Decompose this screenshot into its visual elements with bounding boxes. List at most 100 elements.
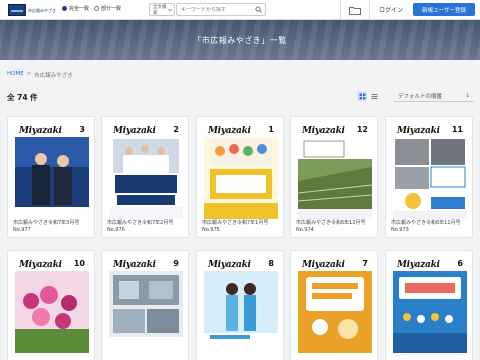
issue-card[interactable]: Miyazaki 9 — [101, 250, 189, 360]
grid-view-button[interactable] — [357, 91, 367, 101]
result-count: 全 74 件 — [7, 93, 38, 102]
cover-issue-number: 6 — [457, 259, 463, 268]
cover-masthead-title: Miyazaki — [19, 260, 62, 270]
issue-card[interactable]: Miyazaki 7 — [290, 250, 378, 360]
cover-issue-number: 12 — [356, 125, 368, 134]
site-logo[interactable]: 市広報みやざき — [8, 3, 58, 17]
list-icon — [371, 93, 377, 99]
issue-card[interactable]: Miyazaki 8 — [196, 250, 284, 360]
cover-masthead-title: Miyazaki — [113, 260, 156, 270]
cover-art — [15, 137, 89, 219]
folder-icon — [349, 6, 361, 15]
cover-masthead: Miyazaki 12 — [298, 123, 372, 137]
radio-exact-label: 完全一致 — [69, 6, 90, 12]
issue-cover-image[interactable]: Miyazaki 12 — [298, 123, 372, 219]
cover-masthead-title: Miyazaki — [113, 126, 156, 136]
sort-arrow-icon: ↓ — [465, 92, 470, 99]
cover-masthead-title: Miyazaki — [19, 126, 62, 136]
issue-card[interactable]: Miyazaki 6 — [385, 250, 473, 360]
hero-banner: 「市広報みやざき」一覧 — [0, 20, 480, 60]
cover-masthead-title: Miyazaki — [302, 260, 345, 270]
view-toggle — [357, 91, 379, 101]
cover-masthead: Miyazaki 3 — [15, 123, 89, 137]
cover-art — [15, 271, 89, 353]
cover-masthead: Miyazaki 2 — [109, 123, 183, 137]
match-mode-radio-group: 完全一致 部分一致 — [62, 5, 121, 12]
issue-card[interactable]: Miyazaki 1 市広報みやざき令和7年1月号 No.975 — [196, 116, 284, 238]
issue-cover-image[interactable]: Miyazaki 7 — [298, 257, 372, 353]
cover-masthead-title: Miyazaki — [208, 260, 251, 270]
cover-art — [393, 271, 467, 353]
search-scope-value: 全文検索 — [153, 4, 167, 16]
cover-art — [109, 137, 183, 219]
search-box — [176, 3, 266, 16]
radio-dot-checked-icon — [62, 6, 67, 11]
issue-card[interactable]: Miyazaki 12 市広報みやざき令和6年12月号 No.974 — [290, 116, 378, 238]
cover-issue-number: 7 — [362, 259, 368, 268]
top-header: 市広報みやざき 完全一致 部分一致 全文検索 ログイン 新規ユーザー登録 — [0, 0, 480, 20]
logo-text: 市広報みやざき — [28, 7, 56, 13]
radio-partial-label: 部分一致 — [101, 6, 122, 12]
issue-cover-image[interactable]: Miyazaki 8 — [204, 257, 278, 353]
breadcrumb-current: 市広報みやざき — [34, 73, 73, 79]
issue-cover-image[interactable]: Miyazaki 9 — [109, 257, 183, 353]
breadcrumb-separator: > — [26, 71, 32, 77]
cover-masthead: Miyazaki 9 — [109, 257, 183, 271]
sort-label: デフォルトの順番 — [398, 93, 443, 100]
search-button[interactable] — [251, 4, 265, 15]
issue-cover-image[interactable]: Miyazaki 3 — [15, 123, 89, 219]
cover-art — [298, 137, 372, 219]
search-input[interactable] — [177, 6, 249, 13]
issue-title[interactable]: 市広報みやざき令和7年3月号 No.977 — [13, 220, 93, 233]
cover-issue-number: 11 — [451, 125, 463, 134]
issue-cover-image[interactable]: Miyazaki 10 — [15, 257, 89, 353]
cover-issue-number: 10 — [73, 259, 85, 268]
cover-issue-number: 8 — [268, 259, 274, 268]
issue-title[interactable]: 市広報みやざき令和6年11月号 No.973 — [391, 220, 471, 233]
cover-issue-number: 9 — [173, 259, 179, 268]
cover-masthead: Miyazaki 8 — [204, 257, 278, 271]
folder-button[interactable] — [340, 1, 370, 19]
cover-issue-number: 1 — [268, 125, 274, 134]
sort-select[interactable]: デフォルトの順番 ↓ — [394, 90, 474, 102]
radio-partial-match[interactable]: 部分一致 — [94, 5, 121, 12]
cover-art — [204, 137, 278, 219]
issue-cover-image[interactable]: Miyazaki 11 — [393, 123, 467, 219]
cover-masthead-title: Miyazaki — [208, 126, 251, 136]
list-view-button[interactable] — [369, 91, 379, 101]
cover-masthead: Miyazaki 7 — [298, 257, 372, 271]
issue-card[interactable]: Miyazaki 2 市広報みやざき令和7年2月号 No.976 — [101, 116, 189, 238]
radio-exact-match[interactable]: 完全一致 — [62, 5, 89, 12]
cover-masthead-title: Miyazaki — [302, 126, 345, 136]
issue-title[interactable]: 市広報みやざき令和6年12月号 No.974 — [296, 220, 376, 233]
cover-masthead: Miyazaki 11 — [393, 123, 467, 137]
issue-card[interactable]: Miyazaki 3 市広報みやざき令和7年3月号 No.977 — [7, 116, 95, 238]
radio-dot-icon — [94, 6, 100, 11]
issue-title[interactable]: 市広報みやざき令和7年1月号 No.975 — [202, 220, 282, 233]
login-button[interactable]: ログイン — [376, 3, 406, 16]
search-scope-select[interactable]: 全文検索 — [149, 3, 175, 16]
cover-issue-number: 2 — [173, 125, 179, 134]
breadcrumb-home-link[interactable]: HOME — [7, 71, 24, 79]
breadcrumb: HOME > 市広報みやざき — [7, 71, 73, 79]
cover-masthead: Miyazaki 1 — [204, 123, 278, 137]
issue-title[interactable]: 市広報みやざき令和7年2月号 No.976 — [107, 220, 187, 233]
register-button[interactable]: 新規ユーザー登録 — [413, 3, 475, 16]
issue-card[interactable]: Miyazaki 11 市広報みやざき令和6年11月号 No.973 — [385, 116, 473, 238]
issue-cover-image[interactable]: Miyazaki 1 — [204, 123, 278, 219]
cover-issue-number: 3 — [79, 125, 85, 134]
page-title: 「市広報みやざき」一覧 — [193, 36, 287, 45]
cover-masthead-title: Miyazaki — [397, 126, 440, 136]
cover-masthead-title: Miyazaki — [397, 260, 440, 270]
logo-mark-icon — [8, 4, 26, 16]
cover-masthead: Miyazaki 10 — [15, 257, 89, 271]
issue-card[interactable]: Miyazaki 10 — [7, 250, 95, 360]
issue-cover-image[interactable]: Miyazaki 6 — [393, 257, 467, 353]
cover-art — [393, 137, 467, 219]
cover-art — [204, 271, 278, 353]
cover-art — [298, 271, 372, 353]
issue-cover-image[interactable]: Miyazaki 2 — [109, 123, 183, 219]
grid-icon — [359, 93, 365, 99]
chevron-down-icon — [168, 8, 172, 11]
search-icon — [255, 6, 262, 13]
